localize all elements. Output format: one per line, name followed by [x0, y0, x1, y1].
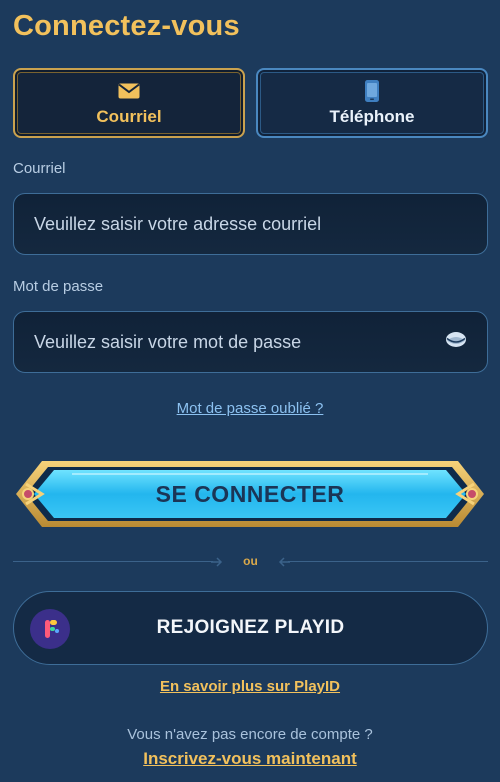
password-field-container: [13, 311, 488, 373]
tab-phone[interactable]: Téléphone: [256, 68, 488, 138]
login-button-label: SE CONNECTER: [155, 480, 345, 507]
tab-email[interactable]: Courriel: [13, 68, 245, 138]
playid-button[interactable]: REJOIGNEZ PLAYID: [13, 591, 488, 665]
phone-icon: [364, 79, 380, 103]
password-input[interactable]: [34, 331, 434, 353]
signup-link[interactable]: Inscrivez-vous maintenant: [0, 749, 500, 769]
password-label: Mot de passe: [13, 278, 104, 295]
page-title: Connectez-vous: [13, 10, 240, 42]
envelope-icon: [118, 79, 140, 103]
or-divider: ou: [13, 552, 488, 572]
tab-email-label: Courriel: [96, 107, 162, 126]
login-button[interactable]: SE CONNECTER: [12, 458, 488, 530]
email-label: Courriel: [13, 160, 66, 177]
learn-more-playid-link[interactable]: En savoir plus sur PlayID: [0, 678, 500, 695]
playid-logo-icon: [30, 609, 70, 649]
email-input[interactable]: [34, 213, 434, 235]
eye-icon[interactable]: [445, 331, 467, 354]
tab-phone-label: Téléphone: [329, 107, 415, 126]
no-account-text: Vous n'avez pas encore de compte ?: [127, 726, 373, 743]
or-text: ou: [243, 554, 258, 568]
email-field-container: [13, 193, 488, 255]
playid-label: REJOIGNEZ PLAYID: [156, 617, 345, 638]
forgot-password-link[interactable]: Mot de passe oublié ?: [0, 400, 500, 417]
